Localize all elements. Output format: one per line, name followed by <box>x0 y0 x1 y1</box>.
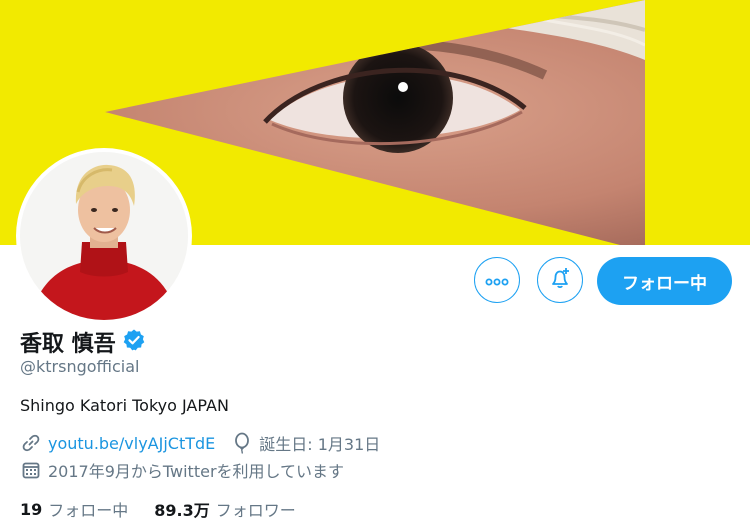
more-options-button[interactable] <box>474 257 520 303</box>
followers-count: 89.3万 <box>154 501 210 520</box>
followers-label: フォロワー <box>215 501 296 520</box>
profile-birthday: 誕生日: 1月31日 <box>259 435 381 454</box>
profile-joined-date: 2017年9月からTwitterを利用しています <box>48 462 345 481</box>
avatar-photo <box>20 152 188 320</box>
balloon-icon <box>231 432 253 454</box>
following-label: フォロー中 <box>48 501 129 520</box>
following-count: 19 <box>20 499 43 519</box>
bell-plus-icon <box>547 265 573 295</box>
more-icon <box>485 271 509 290</box>
profile-handle: @ktrsngofficial <box>20 357 140 376</box>
profile-joined-row: 2017年9月からTwitterを利用しています <box>20 458 344 482</box>
profile-stats: 19 フォロー中 89.3万 フォロワー <box>20 497 296 521</box>
calendar-icon <box>20 459 42 481</box>
profile-meta-row: youtu.be/vlyAJjCtTdE 誕生日: 1月31日 <box>20 431 380 455</box>
profile-bio: Shingo Katori Tokyo JAPAN <box>20 396 229 415</box>
following-stat[interactable]: 19 フォロー中 <box>20 497 128 521</box>
profile-name: 香取 慎吾 <box>20 332 116 357</box>
notifications-button[interactable] <box>537 257 583 303</box>
profile-avatar[interactable] <box>16 148 192 324</box>
verified-badge-icon <box>122 328 146 356</box>
link-icon <box>20 432 42 454</box>
profile-website-link[interactable]: youtu.be/vlyAJjCtTdE <box>48 434 215 453</box>
followers-stat[interactable]: 89.3万 フォロワー <box>154 497 296 521</box>
profile-name-row: 香取 慎吾 <box>20 326 146 358</box>
following-button[interactable]: フォロー中 <box>597 257 732 305</box>
